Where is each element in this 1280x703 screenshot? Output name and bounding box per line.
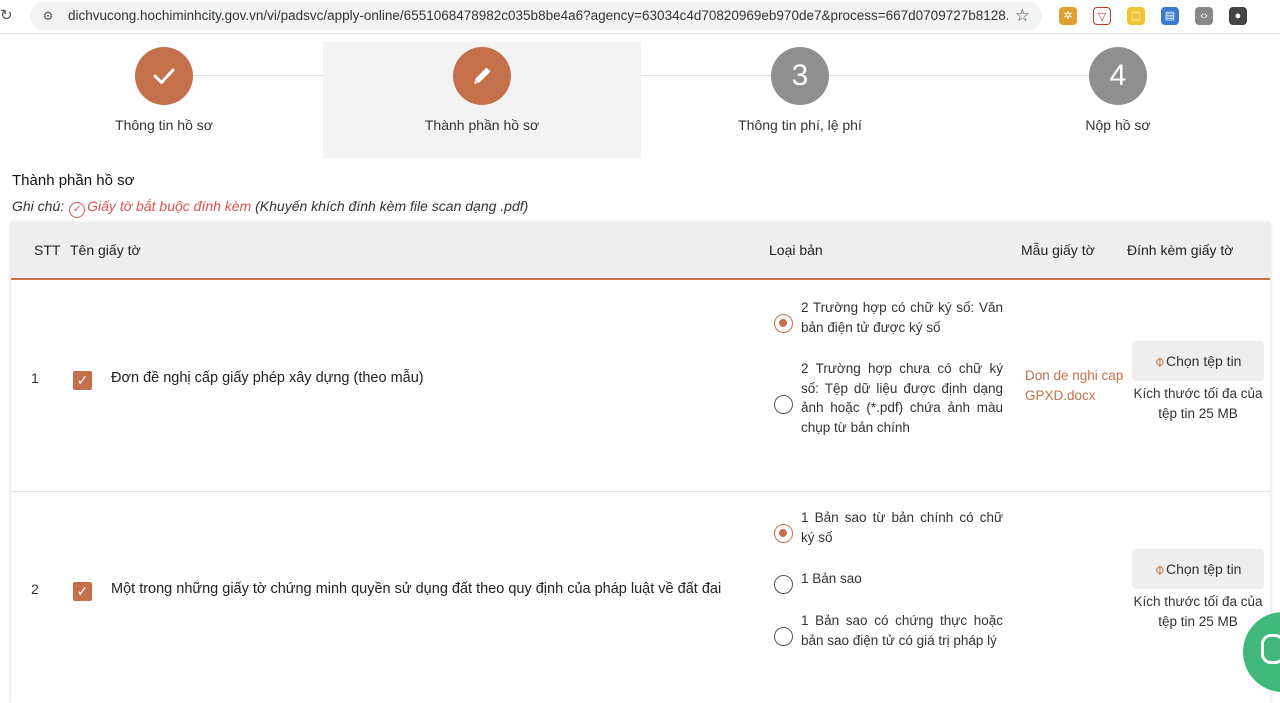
note: Ghi chú: ✓ Giấy tờ bắt buộc đính kèm (Khuy… — [12, 198, 528, 218]
extension-icon[interactable]: ▽ — [1093, 7, 1111, 25]
required-checkbox[interactable]: ✓ — [73, 371, 92, 390]
step-label: Thông tin phí, lệ phí — [738, 117, 862, 133]
section-title: Thành phần hồ sơ — [12, 172, 135, 189]
step-number: 3 — [771, 47, 829, 105]
copy-type-radio[interactable] — [774, 575, 793, 594]
bookmark-star-icon[interactable]: ☆ — [1015, 6, 1030, 26]
row-stt: 2 — [31, 581, 39, 597]
copy-type-label[interactable]: 1 Bản sao — [801, 569, 1003, 589]
document-name: Một trong những giấy tờ chứng minh quyền… — [111, 581, 722, 597]
table-row: 2 ✓ Một trong những giấy tờ chứng minh q… — [11, 493, 1270, 703]
extension-icon[interactable]: ✲ — [1059, 7, 1077, 25]
table-header: STT Tên giấy tờ Loại bản Mẫu giấy tờ Đín… — [11, 222, 1270, 280]
required-check-icon: ✓ — [69, 202, 86, 218]
step-3[interactable]: 3 Thông tin phí, lệ phí — [641, 42, 959, 158]
table-row: 1 ✓ Đơn đề nghị cấp giấy phép xây dựng (… — [11, 282, 1270, 492]
header-template: Mẫu giấy tờ — [1021, 242, 1095, 258]
check-icon — [135, 47, 193, 105]
max-size-note: Kích thước tối đa của tệp tin 25 MB — [1133, 386, 1263, 421]
header-attach: Đính kèm giấy tờ — [1127, 242, 1234, 258]
row-stt: 1 — [31, 370, 39, 386]
header-type: Loại bản — [769, 242, 823, 258]
step-1[interactable]: Thông tin hồ sơ — [5, 42, 323, 158]
copy-type-radio[interactable] — [774, 314, 793, 333]
header-stt: STT — [34, 242, 61, 258]
choose-file-label: Chọn tệp tin — [1165, 353, 1242, 369]
step-label: Nộp hồ sơ — [1085, 117, 1151, 133]
browser-toolbar: ↻ ⚙ dichvucong.hochiminhcity.gov.vn/vi/p… — [0, 0, 1280, 34]
copy-type-label[interactable]: 1 Bản sao có chứng thực hoặc bản sao điệ… — [801, 611, 1003, 650]
chat-icon — [1261, 634, 1280, 664]
copy-type-radio[interactable] — [774, 627, 793, 646]
url-text[interactable]: dichvucong.hochiminhcity.gov.vn/vi/padsv… — [68, 8, 1008, 24]
extension-icon[interactable]: ‹› — [1195, 7, 1213, 25]
copy-type-radio[interactable] — [774, 524, 793, 543]
copy-type-label[interactable]: 2 Trường hợp có chữ ký số: Văn bản điện … — [801, 298, 1003, 337]
step-label: Thành phần hồ sơ — [424, 117, 540, 133]
choose-file-button[interactable]: ⌀ Chọn tệp tin — [1132, 341, 1264, 381]
step-2[interactable]: Thành phần hồ sơ — [323, 42, 641, 158]
header-name: Tên giấy tờ — [70, 242, 141, 258]
step-label: Thông tin hồ sơ — [115, 117, 213, 133]
document-name: Đơn đề nghị cấp giấy phép xây dựng (theo… — [111, 370, 424, 386]
reload-icon[interactable]: ↻ — [0, 7, 16, 25]
copy-type-radio[interactable] — [774, 395, 793, 414]
copy-type-label[interactable]: 2 Trường hợp chưa có chữ ký số: Tệp dữ l… — [801, 359, 1003, 437]
required-checkbox[interactable]: ✓ — [73, 582, 92, 601]
note-hint: (Khuyến khích đính kèm file scan dạng .p… — [255, 198, 529, 214]
choose-file-label: Chọn tệp tin — [1165, 561, 1242, 577]
template-download-link[interactable]: Don de nghi cap GPXD.docx — [1025, 366, 1125, 405]
choose-file-button[interactable]: ⌀ Chọn tệp tin — [1132, 549, 1264, 589]
step-4[interactable]: 4 Nộp hồ sơ — [959, 42, 1277, 158]
step-number: 4 — [1089, 47, 1147, 105]
note-label: Ghi chú: — [12, 198, 65, 214]
extension-icon[interactable]: ▢ — [1127, 7, 1145, 25]
copy-type-label[interactable]: 1 Bản sao từ bản chính có chữ ký số — [801, 508, 1003, 547]
max-size-note: Kích thước tối đa của tệp tin 25 MB — [1133, 594, 1263, 629]
site-info-icon[interactable]: ⚙ — [40, 8, 56, 24]
required-text: Giấy tờ bắt buộc đính kèm — [87, 198, 252, 214]
address-bar[interactable]: ⚙ dichvucong.hochiminhcity.gov.vn/vi/pad… — [30, 2, 1042, 30]
progress-stepper: Thông tin hồ sơ Thành phần hồ sơ 3 Thông… — [0, 42, 1280, 158]
extension-icon[interactable]: ▤ — [1161, 7, 1179, 25]
pencil-icon — [453, 47, 511, 105]
extension-icon[interactable]: ● — [1229, 7, 1247, 25]
documents-table: STT Tên giấy tờ Loại bản Mẫu giấy tờ Đín… — [11, 222, 1270, 703]
